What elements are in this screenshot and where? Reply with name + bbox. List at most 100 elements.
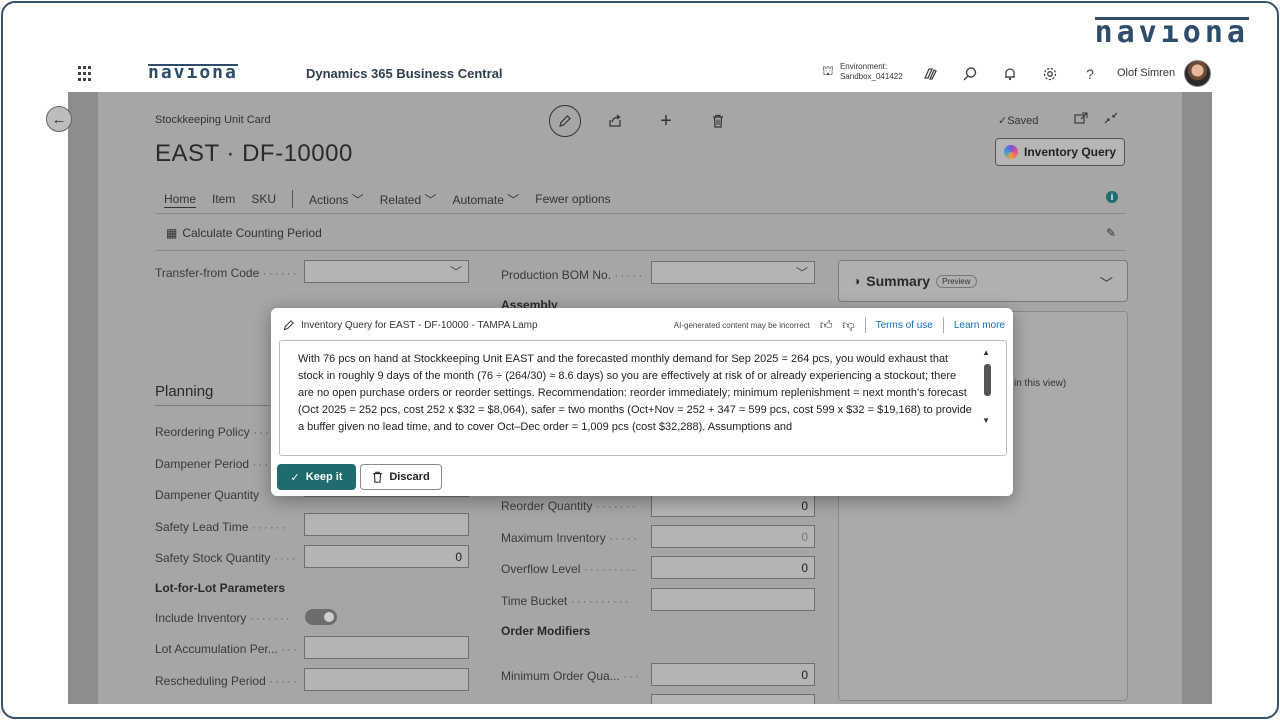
- production-bom-no-select[interactable]: ﹀: [651, 261, 815, 284]
- chevron-down-icon: ﹀: [351, 192, 364, 207]
- reordering-policy-text: Reordering Policy: [155, 425, 250, 439]
- gear-icon[interactable]: [1040, 64, 1060, 84]
- breadcrumb: Stockkeeping Unit Card: [155, 114, 271, 126]
- tab-related[interactable]: Related ﹀: [380, 191, 437, 208]
- overflow-level-label: Overflow Level ·········: [501, 562, 638, 576]
- include-inventory-toggle[interactable]: [305, 609, 337, 625]
- time-bucket-input[interactable]: [651, 588, 815, 611]
- time-bucket-text: Time Bucket: [501, 594, 568, 608]
- environment-icon: ⛫: [822, 63, 834, 78]
- include-inventory-text: Include Inventory: [155, 611, 247, 625]
- check-icon: ✓: [290, 471, 300, 484]
- tab-fewer-options[interactable]: Fewer options: [535, 192, 610, 206]
- lot-accumulation-period-input[interactable]: [304, 636, 469, 659]
- reorder-quantity-text: Reorder Quantity: [501, 499, 593, 513]
- lot-accumulation-period-label: Lot Accumulation Per... ···: [155, 642, 300, 656]
- lot-for-lot-heading: Lot-for-Lot Parameters: [155, 581, 286, 595]
- rescheduling-period-text: Rescheduling Period: [155, 674, 266, 688]
- scroll-up-icon[interactable]: ▲: [982, 348, 990, 357]
- tab-sku[interactable]: SKU: [251, 192, 276, 206]
- thumbs-up-icon[interactable]: 👍︎: [820, 318, 833, 333]
- tab-actions[interactable]: Actions ﹀: [309, 191, 364, 208]
- factbox-partial-text: in this view): [1014, 378, 1067, 389]
- scrollbar-thumb[interactable]: [984, 364, 991, 396]
- section-underline: [155, 405, 270, 406]
- dampener-period-text: Dampener Period: [155, 457, 250, 471]
- minimum-order-quantity-input[interactable]: 0: [651, 663, 815, 686]
- dialog-title-text: Inventory Query for EAST - DF-10000 - TA…: [301, 319, 538, 331]
- discard-button[interactable]: Discard: [360, 464, 442, 490]
- reorder-quantity-label: Reorder Quantity ·······: [501, 499, 638, 513]
- chevron-down-icon: ﹀: [449, 265, 462, 279]
- tab-item[interactable]: Item: [212, 192, 235, 206]
- copilot-icon[interactable]: [920, 64, 940, 84]
- search-icon[interactable]: [960, 64, 980, 84]
- next-field-input[interactable]: [651, 694, 815, 704]
- keep-it-button[interactable]: ✓ Keep it: [277, 464, 356, 490]
- chevron-down-icon[interactable]: ﹀: [1100, 273, 1113, 292]
- share-icon[interactable]: [605, 111, 625, 131]
- divider: [155, 213, 1126, 214]
- transfer-from-code-label: Transfer-from Code ······: [155, 266, 299, 280]
- pencil-icon: [283, 320, 294, 331]
- safety-lead-time-input[interactable]: [304, 513, 469, 536]
- safety-lead-time-label: Safety Lead Time ······: [155, 520, 288, 534]
- chevron-down-icon: ﹀: [507, 192, 520, 207]
- tab-automate[interactable]: Automate ﹀: [453, 191, 520, 208]
- separator: [942, 317, 944, 333]
- separator: [864, 317, 866, 333]
- reorder-quantity-input[interactable]: 0: [651, 494, 815, 517]
- bell-icon[interactable]: [1000, 64, 1020, 84]
- info-icon[interactable]: i: [1106, 191, 1118, 203]
- rescheduling-period-label: Rescheduling Period ·····: [155, 674, 300, 688]
- avatar[interactable]: [1184, 60, 1211, 87]
- lot-accumulation-period-text: Lot Accumulation Per...: [155, 642, 278, 656]
- copilot-icon: [1003, 145, 1018, 159]
- planning-heading[interactable]: Planning: [155, 383, 213, 400]
- minimum-order-quantity-text: Minimum Order Qua...: [501, 669, 620, 683]
- open-new-window-icon[interactable]: [1074, 112, 1088, 127]
- dampener-quantity-text: Dampener Quantity: [155, 488, 260, 502]
- calculate-counting-period-action[interactable]: ▦ Calculate Counting Period: [166, 226, 322, 240]
- overflow-level-text: Overflow Level: [501, 562, 581, 576]
- help-icon[interactable]: ?: [1080, 64, 1100, 84]
- collapse-icon[interactable]: [1104, 112, 1118, 127]
- terms-of-use-link[interactable]: Terms of use: [876, 320, 933, 331]
- inventory-query-button[interactable]: Inventory Query: [995, 138, 1125, 166]
- rescheduling-period-input[interactable]: [304, 668, 469, 691]
- app-logo[interactable]: navıona: [148, 62, 238, 83]
- inventory-query-dialog: Inventory Query for EAST - DF-10000 - TA…: [271, 308, 1013, 496]
- safety-stock-quantity-text: Safety Stock Quantity: [155, 551, 271, 565]
- summary-factbox[interactable]: ◑ Summary Preview ﹀: [838, 260, 1128, 302]
- dampener-quantity-label: Dampener Quantity: [155, 488, 259, 502]
- trash-icon: [373, 471, 383, 483]
- back-arrow-icon[interactable]: ←: [46, 106, 72, 132]
- environment-value: Sandbox_041422: [839, 72, 903, 81]
- pin-icon[interactable]: ✎: [1106, 226, 1116, 240]
- transfer-from-code-select[interactable]: ﹀: [304, 260, 469, 283]
- navıona-corner-logo: navıona: [1094, 15, 1250, 50]
- user-name[interactable]: Olof Simren: [1117, 67, 1175, 79]
- time-bucket-label: Time Bucket ··········: [501, 594, 631, 608]
- trash-icon[interactable]: [708, 111, 728, 131]
- waffle-icon[interactable]: [78, 66, 94, 82]
- environment-indicator[interactable]: ⛫ Environment: Sandbox_041422: [822, 62, 903, 82]
- check-icon: ✓: [998, 115, 1008, 127]
- tab-home[interactable]: Home: [164, 192, 196, 206]
- app-topbar: navıona Dynamics 365 Business Central ⛫ …: [68, 56, 1212, 92]
- summary-title: ◑ Summary Preview: [853, 273, 977, 289]
- thumbs-down-icon[interactable]: 👎︎: [842, 318, 854, 333]
- learn-more-link[interactable]: Learn more: [954, 320, 1005, 331]
- divider: [155, 250, 1126, 251]
- plus-icon[interactable]: +: [656, 110, 676, 132]
- safety-stock-quantity-input[interactable]: 0: [304, 545, 469, 568]
- product-name[interactable]: Dynamics 365 Business Central: [306, 66, 503, 81]
- scroll-down-icon[interactable]: ▼: [982, 416, 990, 425]
- overflow-level-input[interactable]: 0: [651, 556, 815, 579]
- calculate-counting-period-label: Calculate Counting Period: [182, 226, 322, 240]
- pencil-icon[interactable]: [549, 105, 581, 137]
- maximum-inventory-text: Maximum Inventory: [501, 531, 606, 545]
- inventory-query-label: Inventory Query: [1023, 145, 1117, 159]
- maximum-inventory-input[interactable]: 0: [651, 525, 815, 548]
- ai-response-text[interactable]: With 76 pcs on hand at Stockkeeping Unit…: [279, 340, 1007, 456]
